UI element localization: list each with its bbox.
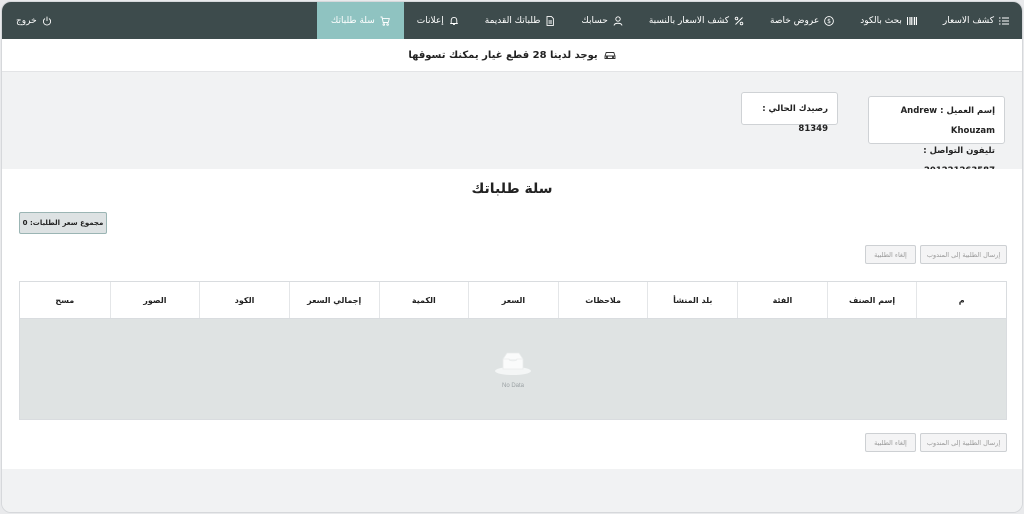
list-icon — [999, 17, 1009, 24]
dollar-circle-icon: $ — [824, 15, 835, 26]
nav-announcements-label: إعلانات — [416, 15, 444, 26]
nav-special-offers-label: عروض خاصة — [770, 15, 820, 26]
top-navbar: كشف الاسعار بحث بالكود $ عروض خاصة كشف ا… — [2, 2, 1022, 39]
document-icon — [546, 15, 555, 26]
column-header: بلد المنشأ — [647, 282, 737, 318]
nav-old-orders[interactable]: طلباتك القديمة — [472, 2, 569, 39]
app-window: كشف الاسعار بحث بالكود $ عروض خاصة كشف ا… — [1, 1, 1023, 513]
empty-text: No Data — [502, 383, 525, 389]
column-header: إجمالي السعر — [288, 282, 379, 318]
cart-table: م إسم الصنف الفئة بلد المنشأ ملاحظات الس… — [19, 281, 1007, 420]
logout-button[interactable]: خروج — [2, 2, 68, 39]
nav-percentage-price-list[interactable]: كشف الاسعار بالنسبة — [636, 2, 757, 39]
nav-search-by-code[interactable]: بحث بالكود — [847, 2, 930, 39]
current-balance: رصيدك الحالي : 81349 — [762, 104, 828, 134]
column-header: م — [916, 282, 1006, 318]
power-icon — [42, 16, 51, 26]
nav-search-by-code-label: بحث بالكود — [860, 15, 902, 26]
barcode-icon — [906, 16, 917, 25]
orders-total: مجموع سعر الطلبات: 0 — [19, 212, 107, 234]
nav-special-offers[interactable]: $ عروض خاصة — [757, 2, 847, 39]
column-header: إسم الصنف — [826, 282, 917, 318]
customer-info-band: إسم العميل : Andrew Khouzam تليفون التوا… — [2, 72, 1022, 176]
nav-account[interactable]: حسابك — [568, 2, 635, 39]
cart-panel: سلة طلباتك مجموع سعر الطلبات: 0 إرسال ال… — [2, 169, 1022, 469]
percent-icon — [734, 16, 744, 25]
footer-band — [2, 469, 1022, 512]
cancel-order-button-top[interactable]: إلغاء الطلبية — [865, 245, 916, 264]
svg-text:$: $ — [827, 18, 831, 25]
column-header: الفئة — [737, 282, 827, 318]
nav-price-list[interactable]: كشف الاسعار — [930, 2, 1022, 39]
nav-price-list-label: كشف الاسعار — [942, 15, 994, 26]
column-header: ملاحظات — [557, 282, 648, 318]
table-header: م إسم الصنف الفئة بلد المنشأ ملاحظات الس… — [20, 282, 1006, 319]
nav-old-orders-label: طلباتك القديمة — [484, 15, 541, 26]
column-header: السعر — [468, 282, 558, 318]
cart-icon — [380, 16, 390, 26]
nav-cart[interactable]: سلة طلباتك — [316, 2, 404, 39]
send-order-button-bottom[interactable]: إرسال الطلبية إلى المندوب — [920, 433, 1007, 452]
nav-announcements[interactable]: إعلانات — [404, 2, 472, 39]
nav-cart-label: سلة طلباتك — [330, 15, 375, 26]
column-header: الكود — [199, 282, 289, 318]
announcement-text: يوجد لدينا 28 قطع غيار يمكنك تسوقها — [408, 49, 598, 61]
nav-percentage-price-list-label: كشف الاسعار بالنسبة — [648, 15, 730, 26]
logout-label: خروج — [16, 15, 37, 26]
customer-card: إسم العميل : Andrew Khouzam تليفون التوا… — [868, 96, 1005, 176]
bell-icon — [449, 16, 458, 25]
send-order-button-top[interactable]: إرسال الطلبية إلى المندوب — [920, 245, 1007, 264]
nav-account-label: حسابك — [581, 15, 608, 26]
customer-name: إسم العميل : Andrew Khouzam — [900, 106, 995, 136]
page-title: سلة طلباتك — [471, 181, 553, 197]
cancel-order-button-bottom[interactable]: إلغاء الطلبية — [865, 433, 916, 452]
column-header: مسح — [55, 295, 75, 305]
announcement-bar: يوجد لدينا 28 قطع غيار يمكنك تسوقها — [2, 39, 1022, 72]
balance-card: رصيدك الحالي : 81349 — [741, 92, 838, 134]
user-icon — [613, 15, 623, 26]
empty-box-icon — [492, 349, 534, 381]
table-empty-state: No Data — [20, 319, 1006, 419]
column-header: الكمية — [378, 282, 469, 318]
car-icon — [604, 52, 616, 59]
column-header: الصور — [109, 282, 200, 318]
